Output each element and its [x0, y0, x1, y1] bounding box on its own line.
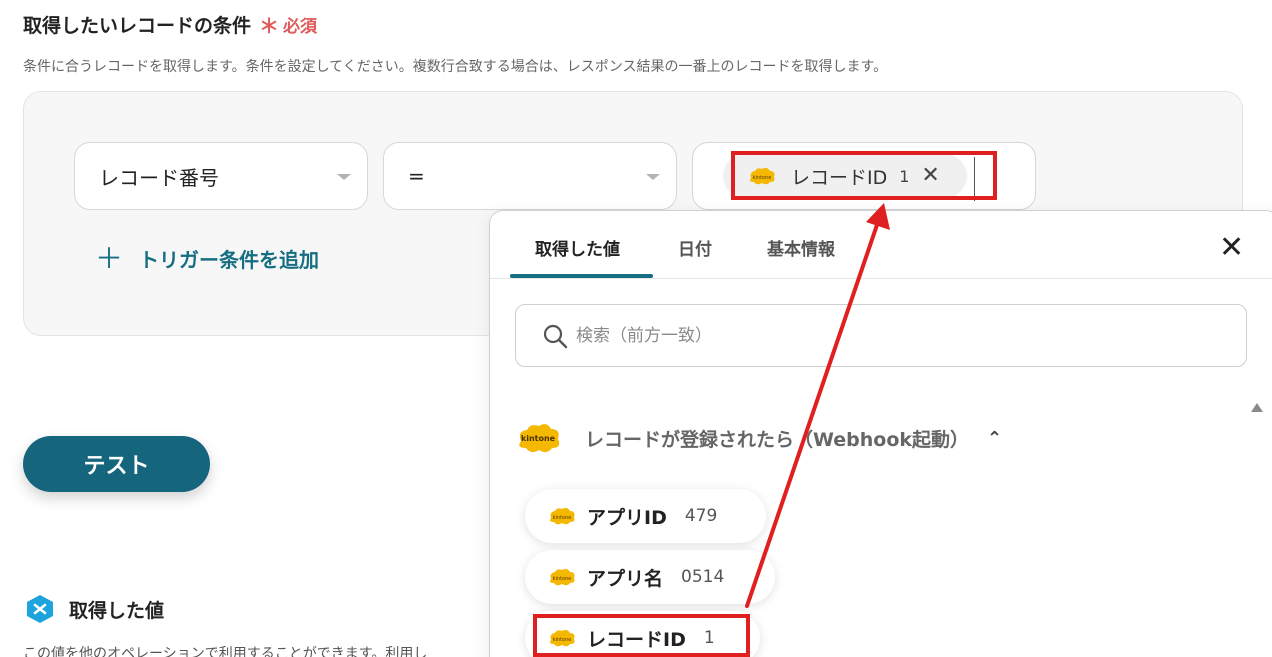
result-title-text: 取得した値: [69, 599, 165, 622]
required-star-icon: ＊: [259, 14, 280, 38]
item-label: アプリID: [587, 506, 667, 529]
caret-down-icon: [646, 174, 660, 180]
result-description: この値を他のオペレーションで利用することができます。利用し: [23, 646, 428, 657]
close-icon[interactable]: ✕: [1219, 233, 1244, 263]
kintone-logo-icon: kintone: [547, 567, 577, 587]
item-value: 479: [684, 506, 718, 526]
add-condition-label: トリガー条件を追加: [139, 248, 320, 272]
list-item[interactable]: kintone アプリ名 0514: [525, 550, 775, 604]
tab-date[interactable]: 日付: [678, 235, 712, 260]
trigger-group-title: レコードが登録されたら（Webhook起動）: [585, 428, 970, 451]
kintone-logo-icon: kintone: [519, 424, 560, 453]
plus-icon: ＋: [95, 241, 124, 275]
value-picker-panel: 取得した値 日付 基本情報 ✕ kintone レコードが登録されたら（Webh…: [489, 210, 1272, 657]
highlight-box-item: [533, 614, 750, 657]
add-condition-button[interactable]: ＋ トリガー条件を追加: [95, 244, 319, 273]
kintone-logo-icon: kintone: [547, 506, 577, 526]
list-item[interactable]: kintone アプリID 479: [525, 489, 766, 543]
field-select[interactable]: レコード番号: [74, 142, 368, 210]
section-title-text: 取得したいレコードの条件: [23, 15, 252, 37]
search-icon: [543, 324, 568, 348]
trigger-group-header[interactable]: kintone レコードが登録されたら（Webhook起動） ⌃: [515, 421, 1002, 455]
chevron-up-icon[interactable]: ⌃: [987, 428, 1002, 449]
item-value: 0514: [681, 567, 725, 587]
picker-tabs: 取得した値 日付 基本情報: [490, 211, 1272, 279]
search-box[interactable]: [515, 304, 1247, 367]
tab-acquired-values[interactable]: 取得した値: [535, 235, 620, 260]
result-title: 取得した値: [25, 594, 164, 624]
scroll-up-icon[interactable]: [1251, 403, 1263, 412]
item-label: アプリ名: [587, 567, 664, 590]
svg-text:kintone: kintone: [553, 515, 572, 521]
required-label: 必須: [283, 17, 318, 37]
section-title: 取得したいレコードの条件 ＊ 必須: [23, 10, 317, 39]
search-input[interactable]: [576, 325, 1176, 346]
section-description: 条件に合うレコードを取得します。条件を設定してください。複数行合致する場合は、レ…: [23, 59, 888, 75]
active-tab-indicator: [510, 274, 653, 278]
field-select-value: レコード番号: [99, 165, 219, 190]
caret-down-icon: [337, 174, 351, 180]
yoom-value-icon: [27, 595, 53, 623]
highlight-box-chip: [731, 151, 997, 200]
operator-select[interactable]: =: [383, 142, 677, 210]
test-button[interactable]: テスト: [23, 436, 210, 492]
svg-text:kintone: kintone: [553, 576, 572, 582]
svg-text:kintone: kintone: [521, 434, 556, 443]
operator-select-value: =: [408, 164, 425, 188]
tab-basic-info[interactable]: 基本情報: [767, 235, 835, 260]
